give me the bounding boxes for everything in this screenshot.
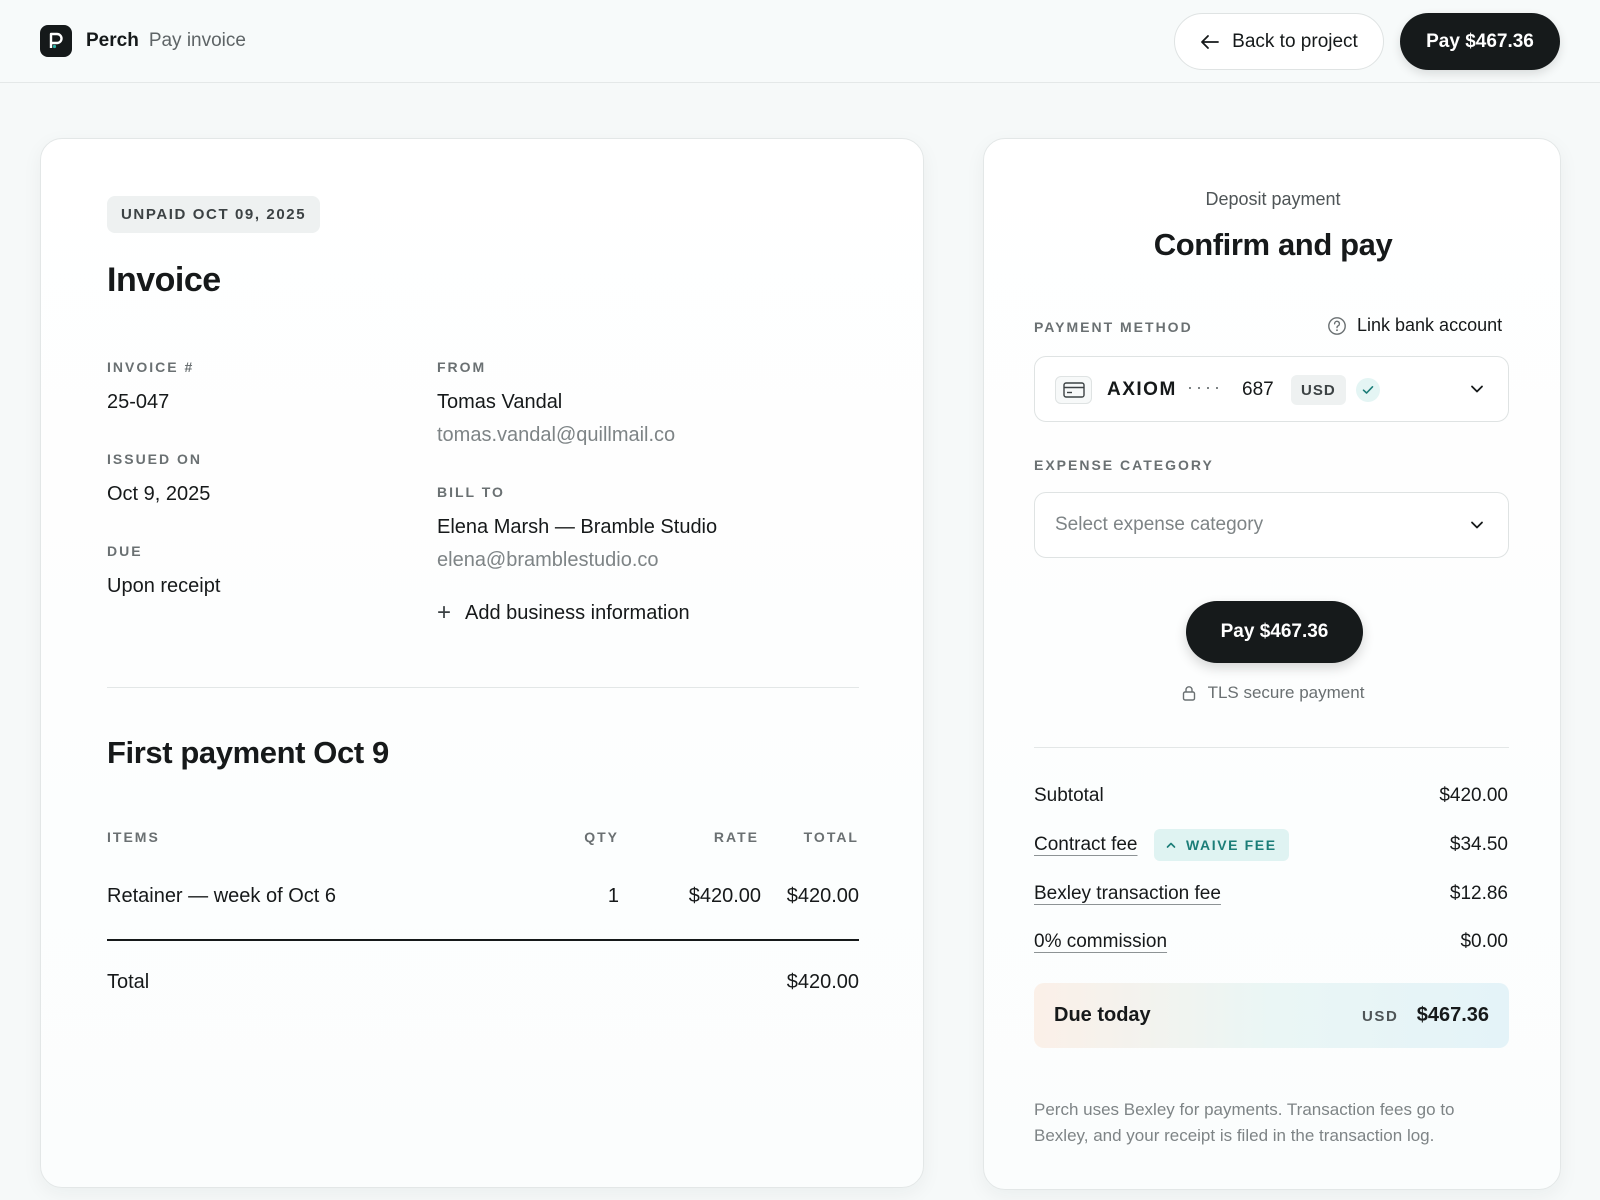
issued-on-label: ISSUED ON — [107, 451, 203, 467]
invoice-number-label: INVOICE # — [107, 359, 195, 375]
page-title: Pay invoice — [148, 30, 246, 51]
bill-to-email: elena@bramblestudio.co — [437, 549, 659, 571]
due-label: DUE — [107, 543, 143, 559]
pay-button[interactable]: Pay $467.36 — [1186, 601, 1363, 663]
currency-badge: USD — [1291, 375, 1346, 405]
row-rate: $420.00 — [688, 885, 761, 907]
due-today-currency: USD — [1362, 1008, 1399, 1025]
col-qty: QTY — [584, 829, 619, 845]
chevron-up-icon — [1166, 842, 1176, 848]
total-rule — [107, 939, 859, 941]
link-bank-account-link[interactable]: Link bank account — [1327, 315, 1502, 336]
section-divider — [107, 687, 859, 688]
from-email: tomas.vandal@quillmail.co — [437, 424, 676, 446]
col-total: TOTAL — [803, 829, 859, 845]
help-circle-icon — [1328, 316, 1346, 335]
row-total: $420.00 — [786, 885, 859, 907]
back-to-project-label: Back to project — [1232, 30, 1358, 52]
payment-card: Deposit payment Confirm and pay PAYMENT … — [983, 138, 1561, 1190]
contract-fee-value: $34.50 — [1449, 834, 1508, 855]
arrow-left-icon — [1201, 34, 1220, 49]
invoice-number: 25-047 — [107, 391, 170, 413]
card-mask-dots: ···· — [1187, 377, 1223, 397]
payment-footnote: Perch uses Bexley for payments. Transact… — [1034, 1100, 1455, 1145]
contract-fee-link[interactable]: Contract fee — [1034, 834, 1138, 856]
col-items: ITEMS — [107, 829, 160, 845]
verified-check-icon — [1356, 378, 1380, 402]
brand[interactable]: Perch Pay invoice — [40, 25, 246, 57]
expense-category-select[interactable]: Select expense category — [1034, 492, 1509, 558]
card-icon — [1055, 376, 1092, 404]
payment-method-name: AXIOM — [1107, 379, 1177, 400]
payment-subtitle: Deposit payment — [1205, 189, 1341, 209]
due-today-box: Due today USD $467.36 — [1034, 983, 1509, 1048]
lock-icon — [1182, 686, 1195, 701]
payment-title: Confirm and pay — [1153, 227, 1393, 262]
bill-to-name: Elena Marsh — Bramble Studio — [437, 516, 718, 538]
row-item: Retainer — week of Oct 6 — [107, 885, 336, 907]
plus-icon: + — [437, 599, 452, 626]
total-value: $420.00 — [786, 971, 859, 993]
back-to-project-button[interactable]: Back to project — [1174, 13, 1384, 70]
commission-link[interactable]: 0% commission — [1034, 931, 1167, 953]
col-rate: RATE — [713, 829, 759, 845]
secure-payment-label: TLS secure payment — [1207, 683, 1365, 702]
row-qty: 1 — [607, 885, 619, 907]
expense-category-label: EXPENSE CATEGORY — [1034, 457, 1214, 473]
invoice-title: Invoice — [107, 261, 221, 299]
payment-method-select[interactable]: AXIOM ···· 687 USD — [1034, 356, 1509, 422]
invoice-card: UNPAID OCT 09, 2025 Invoice INVOICE # 25… — [40, 138, 924, 1188]
from-label: FROM — [437, 359, 487, 375]
top-bar: Perch Pay invoice Back to project Pay $4… — [0, 0, 1600, 83]
subtotal-value: $420.00 — [1439, 785, 1508, 806]
commission-value: $0.00 — [1460, 931, 1508, 952]
pay-header-button[interactable]: Pay $467.36 — [1400, 13, 1560, 70]
secure-payment-note: TLS secure payment — [984, 683, 1562, 703]
transaction-fee-link[interactable]: Bexley transaction fee — [1034, 883, 1221, 905]
chevron-down-icon — [1471, 521, 1483, 529]
perch-logo-icon — [40, 25, 72, 57]
payment-method-label: PAYMENT METHOD — [1034, 319, 1193, 335]
card-last-digits: 687 — [1242, 379, 1274, 400]
subtotal-label: Subtotal — [1034, 785, 1104, 806]
issued-on-date: Oct 9, 2025 — [107, 483, 211, 505]
status-badge: UNPAID OCT 09, 2025 — [107, 196, 321, 233]
expense-category-placeholder: Select expense category — [1055, 514, 1264, 535]
summary-divider — [1034, 747, 1509, 748]
due-today-label: Due today — [1054, 1004, 1151, 1026]
brand-name: Perch — [86, 30, 139, 51]
transaction-fee-value: $12.86 — [1449, 883, 1508, 904]
from-name: Tomas Vandal — [437, 391, 563, 413]
total-label: Total — [107, 971, 150, 993]
add-business-info-button[interactable]: + Add business information — [437, 601, 690, 625]
add-business-info-label: Add business information — [465, 601, 690, 624]
link-bank-account-label: Link bank account — [1357, 315, 1503, 335]
due-today-amount: $467.36 — [1416, 1004, 1489, 1026]
bill-to-label: BILL TO — [437, 484, 505, 500]
payment-section-title: First payment Oct 9 — [107, 735, 389, 770]
waive-fee-label: WAIVE FEE — [1186, 837, 1277, 853]
due-value: Upon receipt — [107, 575, 221, 597]
chevron-down-icon — [1471, 385, 1483, 393]
waive-fee-button[interactable]: WAIVE FEE — [1154, 829, 1289, 861]
